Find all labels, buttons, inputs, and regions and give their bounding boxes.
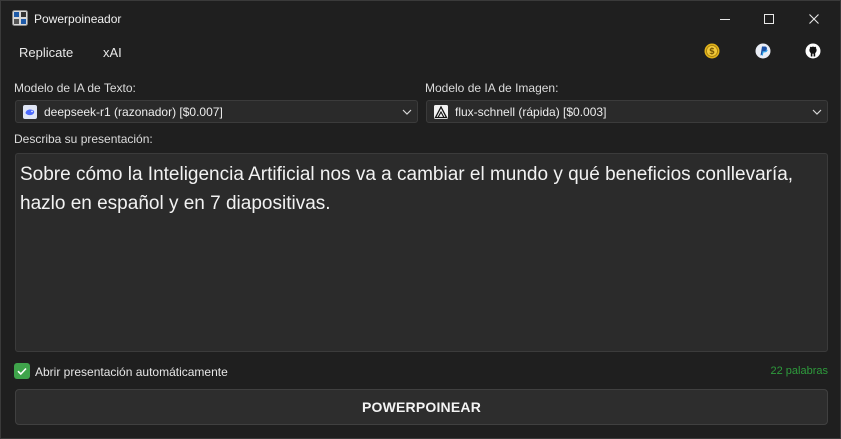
auto-open-checkbox[interactable] [14, 363, 30, 379]
maximize-icon [764, 14, 774, 24]
menu-replicate[interactable]: Replicate [19, 45, 73, 60]
chevron-down-icon [812, 109, 822, 115]
flux-icon [434, 105, 448, 119]
text-model-label: Modelo de IA de Texto: [14, 81, 136, 95]
auto-open-label[interactable]: Abrir presentación automáticamente [35, 365, 228, 379]
image-model-select[interactable]: flux-schnell (rápida) [$0.003] [426, 100, 828, 123]
paypal-icon[interactable] [755, 43, 771, 59]
menu-xai[interactable]: xAI [103, 45, 122, 60]
coin-icon[interactable]: $ [704, 43, 720, 59]
deepseek-icon [23, 105, 37, 119]
title-bar[interactable]: Powerpoineador [1, 1, 840, 37]
description-label: Describa su presentación: [14, 132, 153, 146]
checkmark-icon [17, 367, 27, 376]
text-model-select[interactable]: deepseek-r1 (razonador) [$0.007] [15, 100, 418, 123]
close-button[interactable] [792, 1, 836, 37]
word-count: 22 palabras [770, 365, 829, 377]
powerpoinear-button[interactable]: POWERPOINEAR [15, 389, 828, 425]
svg-text:$: $ [709, 47, 715, 57]
window-title: Powerpoineador [34, 12, 122, 26]
github-icon[interactable] [805, 43, 821, 59]
image-model-label: Modelo de IA de Imagen: [425, 81, 559, 95]
close-icon [809, 14, 819, 24]
description-textarea[interactable]: Sobre cómo la Inteligencia Artificial no… [15, 153, 828, 352]
minimize-icon [720, 19, 730, 20]
chevron-down-icon [402, 109, 412, 115]
image-model-value: flux-schnell (rápida) [$0.003] [455, 105, 607, 119]
minimize-button[interactable] [703, 1, 747, 37]
app-logo-icon [12, 10, 28, 26]
app-window: Powerpoineador Replicate xAI $ Modelo de… [0, 0, 841, 439]
text-model-value: deepseek-r1 (razonador) [$0.007] [44, 105, 223, 119]
maximize-button[interactable] [747, 1, 791, 37]
